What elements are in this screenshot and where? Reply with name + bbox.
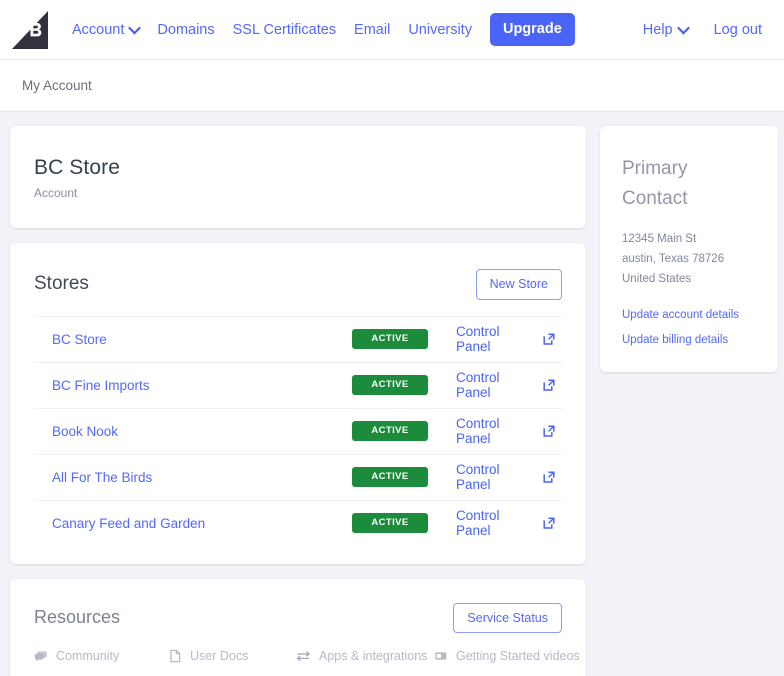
external-link-icon (542, 470, 556, 484)
store-name-link[interactable]: BC Store (52, 332, 352, 347)
control-panel-link[interactable]: Control Panel (456, 416, 556, 446)
control-panel-link[interactable]: Control Panel (456, 462, 556, 492)
chevron-down-icon (128, 21, 142, 35)
external-link-icon (542, 332, 556, 346)
breadcrumb: My Account (0, 60, 784, 112)
nav-item-account-label: Account (72, 21, 125, 38)
status-cell: ACTIVE (352, 467, 456, 487)
resource-link-apps-integrations[interactable]: Apps & integrations (296, 649, 434, 663)
chevron-down-icon (676, 21, 690, 35)
resource-link-label: Community (56, 649, 120, 663)
status-cell: ACTIVE (352, 329, 456, 349)
new-store-button[interactable]: New Store (475, 269, 562, 300)
sidebar-column: Primary Contact 12345 Main St austin, Te… (600, 126, 778, 373)
table-row: BC Fine Imports ACTIVE Control Panel (34, 361, 562, 408)
control-panel-label: Control Panel (456, 370, 500, 400)
table-row: Canary Feed and Garden ACTIVE Control Pa… (34, 499, 562, 546)
status-cell: ACTIVE (352, 421, 456, 441)
status-badge: ACTIVE (352, 513, 428, 533)
control-panel-link[interactable]: Control Panel (456, 508, 556, 538)
address-line-2: austin, Texas 78726 (622, 252, 725, 265)
control-panel-link[interactable]: Control Panel (456, 370, 556, 400)
status-badge: ACTIVE (352, 375, 428, 395)
update-account-details-link[interactable]: Update account details (622, 309, 758, 321)
primary-contact-title-line2: Contact (622, 188, 688, 210)
stores-title: Stores (34, 273, 89, 295)
control-panel-label: Control Panel (456, 324, 500, 354)
external-link-icon (542, 516, 556, 530)
resource-link-getting-started-videos[interactable]: Getting Started videos (434, 649, 580, 663)
primary-contact-address: 12345 Main St austin, Texas 78726 United… (622, 229, 758, 289)
nav-item-university[interactable]: University (408, 22, 472, 38)
address-line-3: United States (622, 273, 692, 286)
resources-title: Resources (34, 607, 121, 628)
status-badge: ACTIVE (352, 421, 428, 441)
primary-contact-title-line1: Primary (622, 158, 688, 179)
resource-link-user-docs[interactable]: User Docs (168, 649, 296, 663)
primary-contact-card: Primary Contact 12345 Main St austin, Te… (600, 126, 778, 373)
external-link-icon (542, 378, 556, 392)
status-badge: ACTIVE (352, 467, 428, 487)
logout-link[interactable]: Log out (714, 22, 762, 38)
exchange-arrows-icon (296, 649, 311, 663)
store-name-link[interactable]: Canary Feed and Garden (52, 516, 352, 531)
account-subtitle: Account (34, 186, 78, 200)
store-name-link[interactable]: All For The Birds (52, 470, 352, 485)
table-row: BC Store ACTIVE Control Panel (34, 315, 562, 362)
resource-link-label: User Docs (190, 649, 249, 663)
upgrade-button[interactable]: Upgrade (489, 13, 575, 46)
page-content: BC Store Account Stores New Store BC Sto… (0, 112, 784, 676)
external-link-icon (542, 424, 556, 438)
address-line-1: 12345 Main St (622, 232, 697, 245)
store-name-link[interactable]: BC Fine Imports (52, 378, 352, 393)
bigcommerce-b-logo-icon (10, 9, 52, 51)
control-panel-label: Control Panel (456, 508, 500, 538)
resources-links: Community User Docs Apps & integrations … (34, 649, 580, 663)
primary-nav-links: Account Domains SSL Certificates Email U… (72, 13, 575, 46)
resource-link-label: Getting Started videos (456, 649, 580, 663)
resources-card: Resources Service Status Community User … (10, 578, 586, 676)
stores-card: Stores New Store BC Store ACTIVE Control… (10, 243, 586, 564)
breadcrumb-item-my-account[interactable]: My Account (22, 78, 92, 93)
logo[interactable] (0, 0, 62, 60)
page-title: BC Store (34, 156, 120, 179)
control-panel-label: Control Panel (456, 416, 500, 446)
service-status-button[interactable]: Service Status (453, 602, 562, 633)
video-icon (434, 649, 448, 663)
resource-link-label: Apps & integrations (319, 649, 428, 663)
status-cell: ACTIVE (352, 375, 456, 395)
primary-contact-title: Primary Contact (622, 154, 758, 215)
account-summary-card: BC Store Account (10, 126, 586, 228)
table-row: Book Nook ACTIVE Control Panel (34, 407, 562, 454)
store-name-link[interactable]: Book Nook (52, 424, 352, 439)
status-cell: ACTIVE (352, 513, 456, 533)
nav-item-help[interactable]: Help (642, 21, 690, 38)
main-column: BC Store Account Stores New Store BC Sto… (10, 126, 586, 676)
resources-card-header: Resources Service Status (34, 602, 562, 633)
control-panel-label: Control Panel (456, 462, 500, 492)
nav-item-help-label: Help (642, 21, 673, 38)
nav-item-email[interactable]: Email (354, 22, 390, 38)
nav-right-group: Help Log out (643, 22, 762, 38)
table-row: All For The Birds ACTIVE Control Panel (34, 453, 562, 500)
document-icon (168, 649, 182, 663)
resource-link-community[interactable]: Community (34, 649, 168, 663)
nav-item-ssl-certificates[interactable]: SSL Certificates (233, 22, 336, 38)
nav-item-account[interactable]: Account (72, 21, 142, 38)
control-panel-link[interactable]: Control Panel (456, 324, 556, 354)
status-badge: ACTIVE (352, 329, 428, 349)
top-navigation-bar: Account Domains SSL Certificates Email U… (0, 0, 784, 60)
nav-item-domains[interactable]: Domains (157, 22, 214, 38)
stores-card-header: Stores New Store (34, 269, 562, 300)
chat-bubbles-icon (34, 649, 48, 663)
update-billing-details-link[interactable]: Update billing details (622, 334, 758, 346)
